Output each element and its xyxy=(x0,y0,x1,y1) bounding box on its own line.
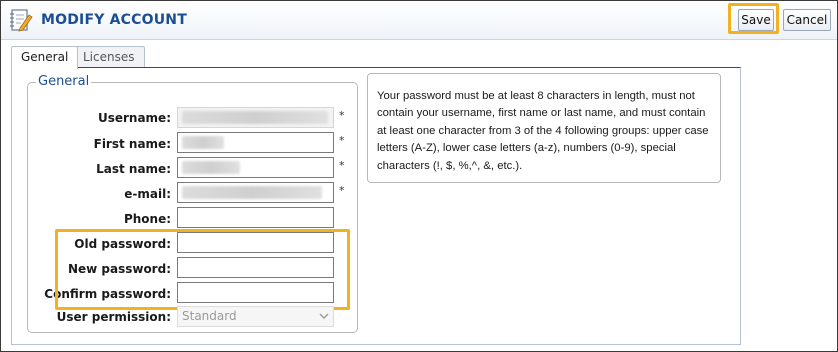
general-group-legend: General xyxy=(36,74,92,89)
username-field xyxy=(177,107,334,128)
cancel-button[interactable]: Cancel xyxy=(783,9,831,31)
phone-label: Phone: xyxy=(123,212,171,226)
modify-account-window: MODIFY ACCOUNT Save Cancel General Licen… xyxy=(0,0,838,352)
new-password-label: New password: xyxy=(67,262,171,276)
tab-general[interactable]: General xyxy=(11,46,79,69)
redacted-value xyxy=(182,136,224,149)
header-bar: MODIFY ACCOUNT Save Cancel xyxy=(1,1,837,40)
email-label: e-mail: xyxy=(124,187,171,201)
required-marker: * xyxy=(339,134,345,147)
save-button[interactable]: Save xyxy=(738,9,774,31)
page-title: MODIFY ACCOUNT xyxy=(41,12,187,28)
user-permission-select[interactable]: Standard xyxy=(177,306,334,327)
confirm-password-label: Confirm password: xyxy=(44,287,171,301)
chevron-down-icon xyxy=(319,313,329,319)
email-field[interactable] xyxy=(177,182,334,203)
username-label: Username: xyxy=(97,111,171,125)
edit-notepad-icon xyxy=(10,9,33,32)
redacted-value xyxy=(182,186,322,199)
user-permission-label: User permission: xyxy=(56,310,171,324)
redacted-value xyxy=(182,161,240,174)
password-requirements-text: Your password must be at least 8 charact… xyxy=(377,90,709,172)
required-marker: * xyxy=(339,184,345,197)
first-name-field[interactable] xyxy=(177,132,334,153)
redacted-value xyxy=(182,111,328,124)
confirm-password-field[interactable] xyxy=(177,282,334,303)
new-password-field[interactable] xyxy=(177,257,334,278)
password-requirements-info: Your password must be at least 8 charact… xyxy=(367,73,721,183)
last-name-label: Last name: xyxy=(96,162,171,176)
old-password-field[interactable] xyxy=(177,232,334,253)
required-marker: * xyxy=(339,159,345,172)
last-name-field[interactable] xyxy=(177,157,334,178)
user-permission-value: Standard xyxy=(182,309,237,323)
tab-licenses[interactable]: Licenses xyxy=(73,46,145,68)
old-password-label: Old password: xyxy=(74,237,171,251)
first-name-label: First name: xyxy=(93,137,171,151)
phone-field[interactable] xyxy=(177,207,334,228)
required-marker: * xyxy=(339,109,345,122)
